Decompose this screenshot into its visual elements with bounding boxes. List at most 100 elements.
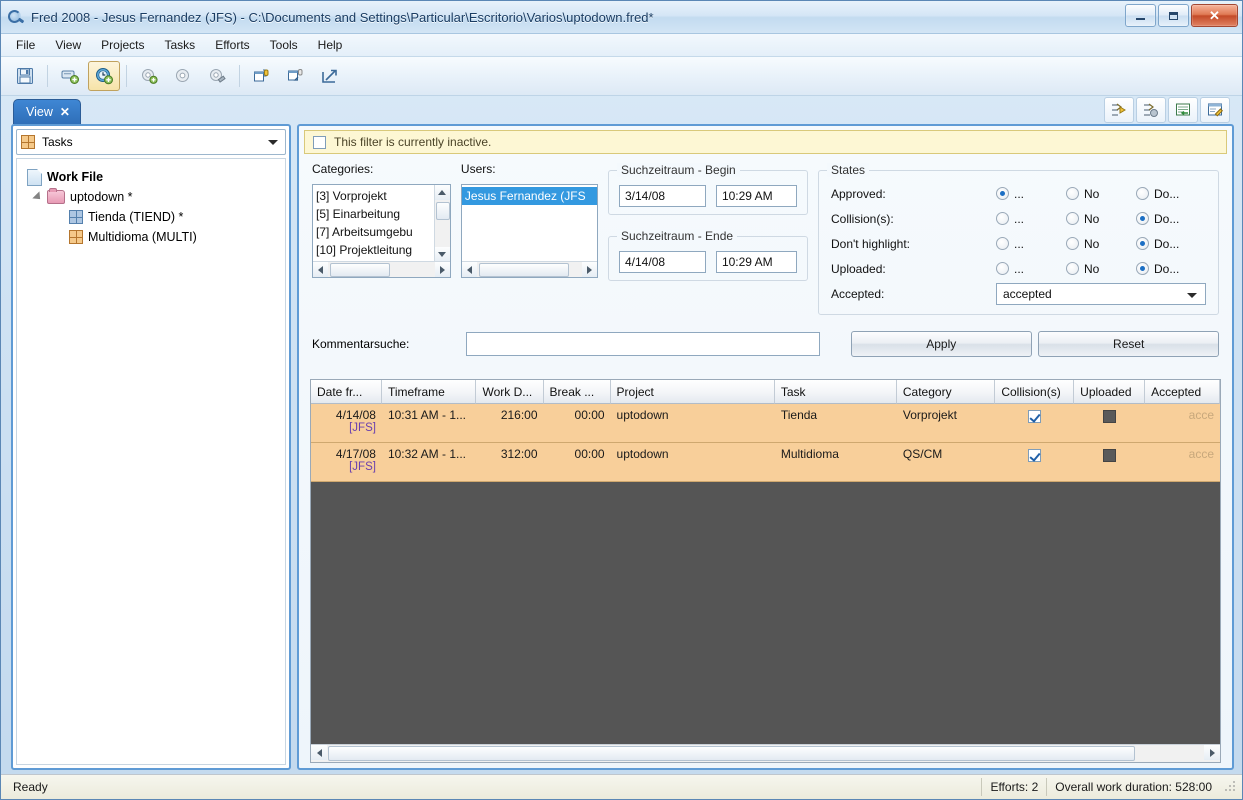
- column-header-uploaded[interactable]: Uploaded: [1074, 380, 1146, 404]
- list-item[interactable]: [7] Arbeitsumgebu: [316, 223, 428, 241]
- menu-item-view[interactable]: View: [46, 35, 90, 55]
- accepted-select[interactable]: accepted: [996, 282, 1206, 305]
- radio-uploaded-any[interactable]: ...: [996, 262, 1066, 276]
- expander-icon[interactable]: [32, 191, 44, 203]
- radio-dont-highlight-dont-care[interactable]: Do...: [1136, 237, 1206, 251]
- radio-icon[interactable]: [1136, 262, 1149, 275]
- tree-node-tienda[interactable]: Tienda (TIEND) *: [23, 207, 279, 227]
- collapse-all-button[interactable]: [1136, 97, 1166, 123]
- new-effort-button[interactable]: [88, 61, 120, 91]
- radio-icon[interactable]: [996, 237, 1009, 250]
- scroll-down-button[interactable]: [434, 247, 450, 262]
- scroll-left-button[interactable]: [313, 262, 328, 277]
- tree-node-work-file[interactable]: Work File: [23, 167, 279, 187]
- radio-collisions-no[interactable]: No: [1066, 212, 1136, 226]
- table-row[interactable]: 4/14/08 [JFS] 10:31 AM - 1... 216:00 00:…: [311, 404, 1220, 443]
- scroll-left-button[interactable]: [311, 745, 327, 760]
- radio-uploaded-no[interactable]: No: [1066, 262, 1136, 276]
- save-button[interactable]: [9, 61, 41, 91]
- column-header-timeframe[interactable]: Timeframe: [381, 380, 477, 404]
- close-button[interactable]: ✕: [1191, 4, 1238, 27]
- table-row[interactable]: 4/17/08 [JFS] 10:32 AM - 1... 312:00 00:…: [311, 443, 1220, 482]
- vertical-scroll-thumb[interactable]: [435, 202, 450, 220]
- list-item[interactable]: [5] Einarbeitung: [316, 205, 428, 223]
- begin-time-input[interactable]: 10:29 AM: [715, 185, 797, 207]
- table-horizontal-scrollbar[interactable]: [311, 744, 1220, 762]
- radio-icon[interactable]: [1066, 262, 1079, 275]
- checkbox-checked-icon[interactable]: [1028, 449, 1042, 462]
- list-item[interactable]: Jesus Fernandez (JFS: [461, 187, 597, 205]
- column-header-date-from[interactable]: Date fr...: [311, 380, 382, 404]
- column-header-collisions[interactable]: Collision(s): [995, 380, 1075, 404]
- column-header-break[interactable]: Break ...: [543, 380, 611, 404]
- expand-all-button[interactable]: [1104, 97, 1134, 123]
- column-header-project[interactable]: Project: [610, 380, 775, 404]
- settings-add-button[interactable]: [133, 61, 165, 91]
- begin-date-input[interactable]: 3/14/08: [619, 185, 706, 207]
- radio-icon[interactable]: [1066, 212, 1079, 225]
- horizontal-scrollbar[interactable]: [461, 261, 597, 277]
- users-listbox[interactable]: Jesus Fernandez (JFS: [460, 184, 598, 278]
- comment-search-input[interactable]: [466, 332, 820, 356]
- radio-collisions-any[interactable]: ...: [996, 212, 1066, 226]
- radio-icon[interactable]: [996, 262, 1009, 275]
- report-button[interactable]: [1168, 97, 1198, 123]
- radio-collisions-dont-care[interactable]: Do...: [1136, 212, 1206, 226]
- categories-listbox[interactable]: [3] Vorprojekt [5] Einarbeitung [7] Arbe…: [312, 184, 451, 278]
- radio-approved-no[interactable]: No: [1066, 187, 1136, 201]
- menu-item-projects[interactable]: Projects: [92, 35, 153, 55]
- menu-item-help[interactable]: Help: [309, 35, 352, 55]
- list-item[interactable]: [10] Projektleitung: [316, 241, 428, 259]
- import-button[interactable]: [246, 61, 278, 91]
- menu-item-tasks[interactable]: Tasks: [156, 35, 205, 55]
- maximize-button[interactable]: [1158, 4, 1189, 27]
- radio-icon[interactable]: [1136, 187, 1149, 200]
- end-date-input[interactable]: 4/14/08: [619, 251, 706, 273]
- radio-icon[interactable]: [1066, 187, 1079, 200]
- scroll-up-button[interactable]: [434, 185, 450, 200]
- radio-uploaded-dont-care[interactable]: Do...: [1136, 262, 1206, 276]
- upload-button[interactable]: [314, 61, 346, 91]
- radio-dont-highlight-any[interactable]: ...: [996, 237, 1066, 251]
- column-header-accepted[interactable]: Accepted: [1145, 380, 1220, 404]
- column-header-task[interactable]: Task: [774, 380, 897, 404]
- filter-active-checkbox[interactable]: [313, 135, 326, 149]
- tree-node-multidioma[interactable]: Multidioma (MULTI): [23, 227, 279, 247]
- scroll-right-button[interactable]: [582, 262, 597, 277]
- scroll-right-button[interactable]: [434, 262, 450, 277]
- end-time-input[interactable]: 10:29 AM: [715, 251, 797, 273]
- apply-button[interactable]: Apply: [850, 331, 1032, 357]
- menu-item-tools[interactable]: Tools: [261, 35, 307, 55]
- export-button[interactable]: [280, 61, 312, 91]
- radio-icon[interactable]: [1136, 237, 1149, 250]
- radio-icon[interactable]: [1136, 212, 1149, 225]
- edit-report-button[interactable]: [1200, 97, 1230, 123]
- horizontal-scrollbar[interactable]: [313, 261, 450, 277]
- close-icon[interactable]: ✕: [60, 105, 70, 119]
- menu-item-efforts[interactable]: Efforts: [206, 35, 258, 55]
- minimize-button[interactable]: [1125, 4, 1156, 27]
- horizontal-scroll-thumb[interactable]: [328, 746, 1135, 761]
- settings-button[interactable]: [167, 61, 199, 91]
- menu-item-file[interactable]: File: [7, 35, 44, 55]
- tree-node-uptodown[interactable]: uptodown *: [23, 187, 279, 207]
- settings-edit-button[interactable]: [201, 61, 233, 91]
- new-task-button[interactable]: [54, 61, 86, 91]
- checkbox-checked-icon[interactable]: [1028, 410, 1042, 423]
- horizontal-scroll-thumb[interactable]: [478, 263, 569, 277]
- work-file-tree[interactable]: Work File uptodown * Tienda (TIEND) * Mu…: [16, 158, 286, 765]
- tab-view[interactable]: View ✕: [13, 99, 81, 124]
- reset-button[interactable]: Reset: [1038, 331, 1220, 357]
- scroll-right-button[interactable]: [1204, 745, 1220, 760]
- radio-approved-dont-care[interactable]: Do...: [1136, 187, 1206, 201]
- column-header-work-duration[interactable]: Work D...: [476, 380, 544, 404]
- column-header-category[interactable]: Category: [896, 380, 996, 404]
- vertical-scrollbar[interactable]: [433, 185, 450, 262]
- radio-approved-any[interactable]: ...: [996, 187, 1066, 201]
- view-mode-combo[interactable]: Tasks: [16, 129, 286, 155]
- radio-dont-highlight-no[interactable]: No: [1066, 237, 1136, 251]
- radio-icon[interactable]: [1066, 237, 1079, 250]
- resize-grip-icon[interactable]: [1224, 780, 1238, 794]
- radio-icon[interactable]: [996, 212, 1009, 225]
- radio-icon[interactable]: [996, 187, 1009, 200]
